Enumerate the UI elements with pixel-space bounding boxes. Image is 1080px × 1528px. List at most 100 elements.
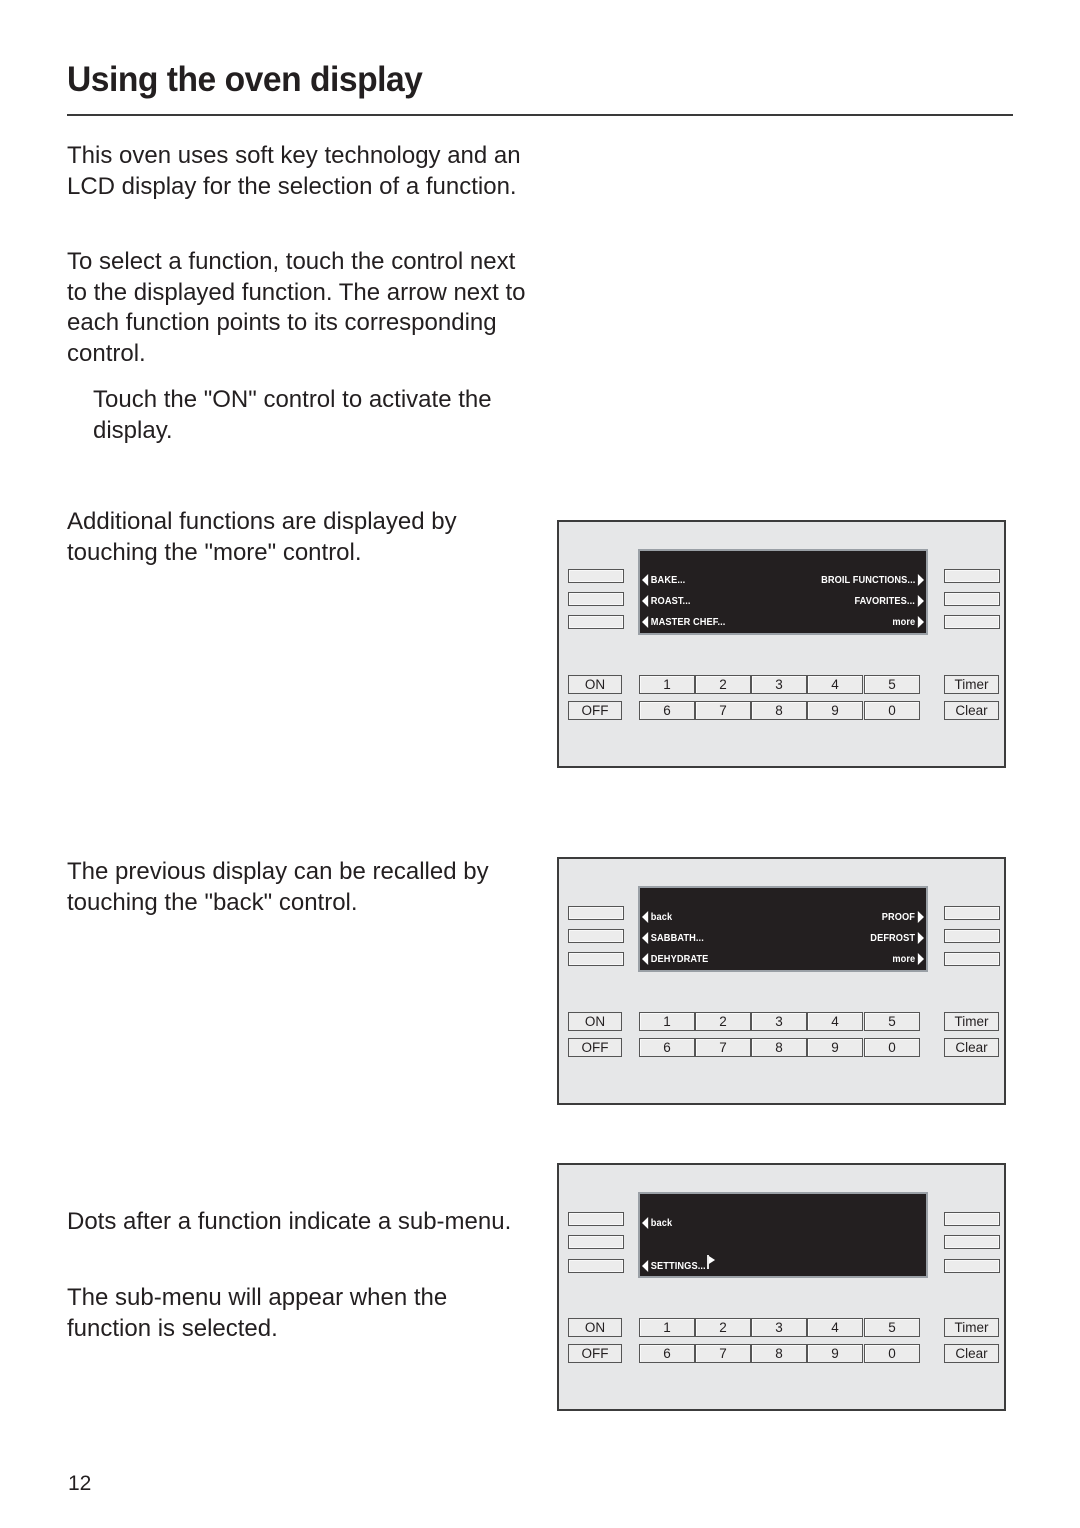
arrow-right-icon <box>917 574 924 586</box>
arrow-right-icon <box>917 932 924 944</box>
submenu-paragraph: The sub-menu will appear when the functi… <box>67 1284 448 1342</box>
digit-key[interactable]: 1 <box>639 1012 695 1031</box>
page-number: 12 <box>68 1472 92 1495</box>
right-softkey-3[interactable] <box>944 1259 1000 1273</box>
digit-key[interactable]: 3 <box>751 675 807 694</box>
timer-key[interactable]: Timer <box>944 675 999 694</box>
digit-key[interactable]: 4 <box>807 1012 863 1031</box>
digit-key[interactable]: 9 <box>807 1344 863 1363</box>
arrow-left-icon <box>642 1217 649 1229</box>
left-softkey-3[interactable] <box>568 1259 624 1273</box>
oven-control-panel-more-menu: back SABBATH... DEHYDRATE PROOF DEFROST … <box>557 857 1006 1105</box>
arrow-left-icon <box>642 953 649 965</box>
digit-key[interactable]: 5 <box>864 1318 920 1337</box>
digit-key[interactable]: 3 <box>751 1012 807 1031</box>
digit-key[interactable]: 0 <box>864 1038 920 1057</box>
digit-key[interactable]: 0 <box>864 701 920 720</box>
lcd-item-broil-functions: BROIL FUNCTIONS... <box>821 574 924 586</box>
right-softkey-3[interactable] <box>944 952 1000 966</box>
digit-key[interactable]: 2 <box>695 1012 751 1031</box>
right-softkey-1[interactable] <box>944 906 1000 920</box>
left-softkey-1[interactable] <box>568 569 624 583</box>
on-key[interactable]: ON <box>568 675 622 694</box>
right-softkey-1[interactable] <box>944 569 1000 583</box>
arrow-right-icon <box>917 616 924 628</box>
digit-key[interactable]: 0 <box>864 1344 920 1363</box>
digit-key[interactable]: 8 <box>751 701 807 720</box>
digit-key[interactable]: 1 <box>639 675 695 694</box>
digit-key[interactable]: 8 <box>751 1344 807 1363</box>
digit-key[interactable]: 2 <box>695 675 751 694</box>
clear-key[interactable]: Clear <box>944 1038 999 1057</box>
digit-key[interactable]: 6 <box>639 1038 695 1057</box>
digit-key[interactable]: 1 <box>639 1318 695 1337</box>
clear-key[interactable]: Clear <box>944 701 999 720</box>
off-key[interactable]: OFF <box>568 1344 622 1363</box>
digit-key[interactable]: 6 <box>639 701 695 720</box>
left-softkey-1[interactable] <box>568 1212 624 1226</box>
on-key[interactable]: ON <box>568 1012 622 1031</box>
off-key[interactable]: OFF <box>568 701 622 720</box>
right-softkey-2[interactable] <box>944 592 1000 606</box>
digit-key[interactable]: 9 <box>807 1038 863 1057</box>
digit-key[interactable]: 3 <box>751 1318 807 1337</box>
clear-key[interactable]: Clear <box>944 1344 999 1363</box>
lcd-display: back SETTINGS... <box>638 1192 928 1278</box>
lcd-item-bake: BAKE... <box>642 574 685 586</box>
lcd-display: BAKE... ROAST... MASTER CHEF... BROIL FU… <box>638 549 928 635</box>
arrow-right-icon <box>917 953 924 965</box>
lcd-item-back: back <box>642 1217 672 1229</box>
digit-key[interactable]: 2 <box>695 1318 751 1337</box>
digit-key[interactable]: 4 <box>807 1318 863 1337</box>
arrow-right-icon <box>917 595 924 607</box>
dots-paragraph: Dots after a function indicate a sub-men… <box>67 1208 512 1235</box>
digit-key[interactable]: 7 <box>695 701 751 720</box>
left-softkey-2[interactable] <box>568 1235 624 1249</box>
timer-key[interactable]: Timer <box>944 1318 999 1337</box>
left-softkey-2[interactable] <box>568 592 624 606</box>
digit-key[interactable]: 7 <box>695 1344 751 1363</box>
arrow-left-icon <box>642 911 649 923</box>
right-softkey-2[interactable] <box>944 1235 1000 1249</box>
right-softkey-2[interactable] <box>944 929 1000 943</box>
digit-key[interactable]: 4 <box>807 675 863 694</box>
lcd-item-dehydrate: DEHYDRATE <box>642 953 708 965</box>
arrow-left-icon <box>642 595 649 607</box>
off-key[interactable]: OFF <box>568 1038 622 1057</box>
digit-key[interactable]: 5 <box>864 675 920 694</box>
left-softkey-1[interactable] <box>568 906 624 920</box>
digit-key[interactable]: 6 <box>639 1344 695 1363</box>
activate-instruction: Touch the "ON" control to activate the d… <box>93 386 492 444</box>
left-softkey-2[interactable] <box>568 929 624 943</box>
lcd-item-more: more <box>892 953 924 965</box>
digit-key[interactable]: 7 <box>695 1038 751 1057</box>
timer-key[interactable]: Timer <box>944 1012 999 1031</box>
right-softkey-3[interactable] <box>944 615 1000 629</box>
arrow-right-icon <box>917 911 924 923</box>
back-paragraph: The previous display can be recalled by … <box>67 858 489 916</box>
arrow-left-icon <box>642 1260 649 1272</box>
lcd-item-favorites: FAVORITES... <box>855 595 924 607</box>
arrow-left-icon <box>642 932 649 944</box>
oven-control-panel-settings-menu: back SETTINGS... ON OFF 1 2 3 4 5 6 7 8 … <box>557 1163 1006 1411</box>
digit-key[interactable]: 8 <box>751 1038 807 1057</box>
flag-cursor-icon <box>707 1255 716 1269</box>
lcd-item-defrost: DEFROST <box>870 932 924 944</box>
left-softkey-3[interactable] <box>568 952 624 966</box>
lcd-item-back: back <box>642 911 672 923</box>
more-paragraph: Additional functions are displayed by to… <box>67 508 457 566</box>
on-key[interactable]: ON <box>568 1318 622 1337</box>
lcd-item-master-chef: MASTER CHEF... <box>642 616 725 628</box>
lcd-item-settings: SETTINGS... <box>642 1255 716 1273</box>
lcd-item-sabbath: SABBATH... <box>642 932 704 944</box>
left-softkey-3[interactable] <box>568 615 624 629</box>
arrow-left-icon <box>642 574 649 586</box>
intro-paragraph: This oven uses soft key technology and a… <box>67 142 521 200</box>
lcd-item-more: more <box>892 616 924 628</box>
select-paragraph: To select a function, touch the control … <box>67 248 526 367</box>
digit-key[interactable]: 9 <box>807 701 863 720</box>
lcd-item-proof: PROOF <box>882 911 924 923</box>
digit-key[interactable]: 5 <box>864 1012 920 1031</box>
oven-control-panel-main-menu: BAKE... ROAST... MASTER CHEF... BROIL FU… <box>557 520 1006 768</box>
right-softkey-1[interactable] <box>944 1212 1000 1226</box>
